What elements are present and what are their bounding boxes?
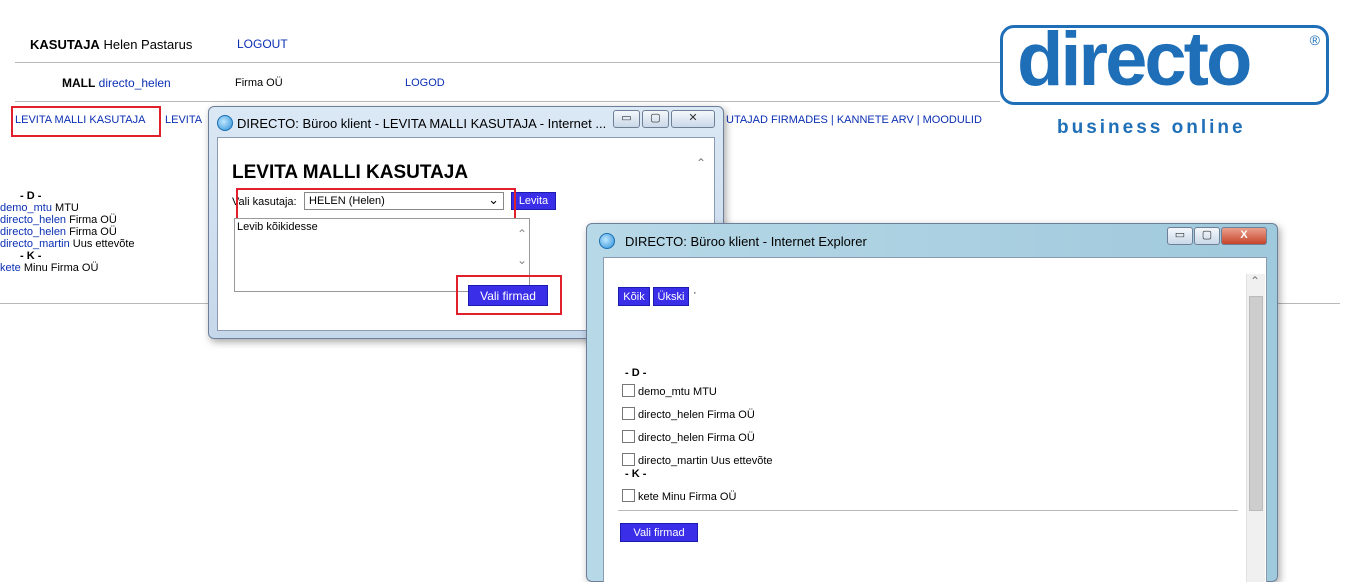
page-scroll-up-icon[interactable]: ⌃ [696, 156, 706, 170]
checkbox[interactable] [622, 489, 635, 502]
company-label: directo_helen Firma OÜ [638, 409, 755, 421]
minimize-button[interactable]: ▭ [613, 110, 640, 128]
company-label: directo_martin Uus ettevõte [638, 455, 773, 467]
close-button[interactable]: X [1221, 227, 1267, 245]
company-name: Minu Firma OÜ [23, 262, 99, 274]
group-head-d: - D - [20, 190, 42, 202]
popup-title: DIRECTO: Büroo klient - LEVITA MALLI KAS… [237, 116, 607, 131]
levita-button[interactable]: Levita [511, 192, 556, 210]
group-head-k: - K - [625, 468, 647, 480]
checkbox[interactable] [622, 430, 635, 443]
group-head-k: - K - [20, 250, 42, 262]
logo-subtitle: business online [1057, 117, 1246, 138]
company-checkbox-row[interactable]: directo_martin Uus ettevõte [622, 453, 773, 467]
list-item: demo_mtu MTU [0, 202, 135, 214]
list-item: directo_helen Firma OÜ [0, 226, 135, 238]
minimize-button[interactable]: ▭ [1167, 227, 1193, 245]
close-button[interactable]: ✕ [671, 110, 715, 128]
company-label: demo_mtu MTU [638, 386, 717, 398]
scroll-down-icon[interactable]: ⌄ [517, 253, 527, 267]
maximize-button[interactable]: ▢ [642, 110, 669, 128]
vertical-scrollbar[interactable]: ⌃ [1246, 274, 1265, 582]
company-code-link[interactable]: directo_martin [0, 238, 70, 250]
vali-firmad-button[interactable]: Vali firmad [620, 523, 698, 542]
logod-link[interactable]: LOGOD [405, 77, 445, 89]
logo-text: directo [1017, 17, 1252, 102]
popup-title: DIRECTO: Büroo klient - Internet Explore… [625, 234, 867, 249]
popup-client: Kõik Ükski · - D - demo_mtu MTU directo_… [603, 257, 1267, 582]
company-name: Firma OÜ [69, 226, 117, 238]
header-divider-1 [15, 62, 1000, 63]
highlight-vali-button [456, 275, 562, 315]
checkbox[interactable] [622, 453, 635, 466]
company-code-link[interactable]: demo_mtu [0, 202, 52, 214]
separator-dot: · [693, 287, 697, 299]
scroll-up-icon[interactable]: ⌃ [517, 227, 527, 241]
ie-icon [599, 233, 615, 249]
logo-registered: ® [1309, 32, 1320, 48]
company-list: - D - demo_mtu MTU directo_helen Firma O… [0, 190, 135, 274]
company-checkbox-row[interactable]: directo_helen Firma OÜ [622, 407, 755, 421]
company-name: MTU [55, 202, 79, 214]
group-head-d: - D - [625, 367, 647, 379]
checkbox[interactable] [622, 407, 635, 420]
company-name: Firma OÜ [69, 214, 117, 226]
company-name: Uus ettevõte [72, 238, 135, 250]
header-divider-2 [15, 101, 1000, 102]
company-checkbox-row[interactable]: kete Minu Firma OÜ [622, 489, 736, 503]
company-code-link[interactable]: directo_helen [0, 214, 66, 226]
mall-label: MALL [62, 76, 96, 90]
popup-heading: LEVITA MALLI KASUTAJA [232, 162, 469, 183]
mall-link[interactable]: directo_helen [99, 76, 171, 90]
ie-icon [217, 115, 233, 131]
scroll-thumb[interactable] [1249, 296, 1263, 511]
company-code-link[interactable]: directo_helen [0, 226, 66, 238]
company-label: directo_helen Firma OÜ [638, 432, 755, 444]
user-info: KASUTAJA Helen Pastarus [30, 37, 192, 52]
list-item: directo_helen Firma OÜ [0, 214, 135, 226]
list-item: directo_martin Uus ettevõte [0, 238, 135, 250]
list-item: kete Minu Firma OÜ [0, 262, 135, 274]
nav-rest-links[interactable]: UTAJAD FIRMADES | KANNETE ARV | MOODULID [726, 114, 982, 126]
highlight-select [236, 188, 516, 221]
popup-select-companies-window: DIRECTO: Büroo klient - Internet Explore… [586, 223, 1278, 582]
textarea-value: Levib kõikidesse [237, 221, 318, 233]
company-checkbox-row[interactable]: directo_helen Firma OÜ [622, 430, 755, 444]
checkbox[interactable] [622, 384, 635, 397]
company-checkbox-row[interactable]: demo_mtu MTU [622, 384, 717, 398]
select-none-button[interactable]: Ükski [653, 287, 689, 306]
logout-link[interactable]: LOGOUT [237, 37, 288, 51]
maximize-button[interactable]: ▢ [1194, 227, 1220, 245]
company-code-link[interactable]: kete [0, 262, 21, 274]
user-name: Helen Pastarus [103, 37, 193, 52]
company-label: kete Minu Firma OÜ [638, 491, 737, 503]
directo-logo: directo ® [1000, 17, 1329, 105]
kasutaja-label: KASUTAJA [30, 37, 100, 52]
nav-levita[interactable]: LEVITA [165, 114, 202, 126]
mall-info: MALL directo_helen [62, 76, 171, 90]
scroll-up-icon[interactable]: ⌃ [1250, 274, 1260, 288]
select-all-button[interactable]: Kõik [618, 287, 650, 306]
firma-text: Firma OÜ [235, 77, 283, 89]
form-divider [618, 510, 1238, 511]
highlight-nav [11, 106, 161, 137]
